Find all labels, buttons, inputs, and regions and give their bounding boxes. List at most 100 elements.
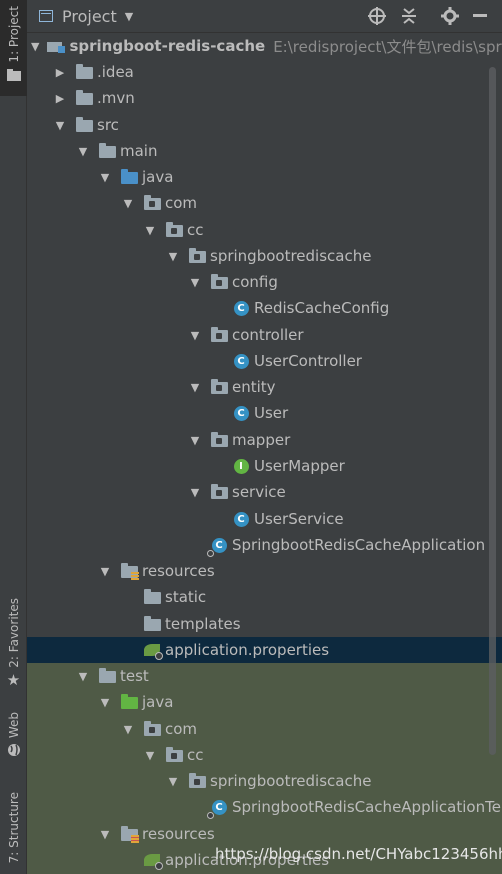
spring-properties-icon <box>143 641 163 660</box>
tree-node-label: templates <box>165 615 241 633</box>
expand-arrow-icon[interactable]: ▼ <box>98 828 112 841</box>
tree-node-label: springbootrediscache <box>210 247 372 265</box>
expand-arrow-icon[interactable]: ▼ <box>98 565 112 578</box>
tree-node-label: com <box>165 720 198 738</box>
tree-node-idea[interactable]: ▶ .idea <box>27 59 502 85</box>
expand-arrow-icon[interactable]: ▼ <box>121 197 135 210</box>
expand-arrow-icon[interactable]: ▼ <box>143 224 157 237</box>
locate-icon[interactable] <box>366 5 388 27</box>
tree-node-application-class[interactable]: C SpringbootRedisCacheApplication <box>27 532 502 558</box>
expand-arrow-icon[interactable]: ▼ <box>188 486 202 499</box>
tree-node-application-properties[interactable]: application.properties <box>27 637 502 663</box>
tree-node-entity[interactable]: ▼ entity <box>27 374 502 400</box>
package-icon <box>165 221 183 239</box>
tree-node-label: java <box>142 168 174 186</box>
tree-node-service[interactable]: ▼ service <box>27 479 502 505</box>
vertical-scrollbar[interactable] <box>489 67 496 755</box>
tree-node-user[interactable]: C User <box>27 400 502 426</box>
tree-node-userservice[interactable]: C UserService <box>27 506 502 532</box>
tree-node-label: static <box>165 588 207 606</box>
tree-node-src[interactable]: ▼ src <box>27 112 502 138</box>
tree-node-main[interactable]: ▼ main <box>27 138 502 164</box>
structure-tool-tab-label: 7: Structure <box>6 792 21 864</box>
tree-node-com[interactable]: ▼ com <box>27 190 502 216</box>
expand-arrow-icon[interactable]: ▼ <box>98 171 112 184</box>
folder-icon <box>75 89 93 107</box>
panel-title[interactable]: Project <box>62 7 117 26</box>
structure-tool-tab[interactable]: 7: Structure <box>0 792 27 863</box>
tree-node-label: controller <box>232 326 304 344</box>
expand-arrow-icon[interactable]: ▶ <box>53 92 67 105</box>
tree-node-label: entity <box>232 378 276 396</box>
tree-node-label: config <box>232 273 278 291</box>
expand-arrow-icon[interactable]: ▼ <box>76 670 90 683</box>
project-tool-tab[interactable]: 1: Project <box>0 0 27 96</box>
test-resources-folder-icon <box>120 825 139 843</box>
tree-node-mapper[interactable]: ▼ mapper <box>27 427 502 453</box>
project-panel-header: Project ▼ <box>27 0 502 33</box>
expand-arrow-icon[interactable]: ▼ <box>143 749 157 762</box>
tree-node-cc[interactable]: ▼ cc <box>27 217 502 243</box>
watermark: https://blog.csdn.net/CHYabc123456hh <box>215 845 502 863</box>
tree-node-templates[interactable]: templates <box>27 611 502 637</box>
project-tree: ▼ springboot-redis-cache E:\redisproject… <box>27 33 502 874</box>
tree-node-test-resources[interactable]: ▼ resources <box>27 821 502 847</box>
tree-node-label: src <box>97 116 119 134</box>
spring-properties-icon <box>143 851 163 870</box>
tree-node-usercontroller[interactable]: C UserController <box>27 348 502 374</box>
tree-node-label: springbootrediscache <box>210 772 372 790</box>
folder-icon <box>6 68 21 81</box>
expand-arrow-icon[interactable]: ▼ <box>121 723 135 736</box>
tree-node-label: test <box>120 667 149 685</box>
tree-node-mvn[interactable]: ▶ .mvn <box>27 85 502 111</box>
tree-node-test-com[interactable]: ▼ com <box>27 716 502 742</box>
expand-arrow-icon[interactable]: ▶ <box>53 66 67 79</box>
package-icon <box>143 720 161 738</box>
tree-node-root[interactable]: ▼ springboot-redis-cache E:\redisproject… <box>27 33 502 59</box>
package-icon <box>210 273 228 291</box>
collapse-all-icon[interactable] <box>398 5 420 27</box>
expand-arrow-icon[interactable]: ▼ <box>98 696 112 709</box>
tree-node-label: springboot-redis-cache <box>69 37 266 55</box>
expand-arrow-icon[interactable]: ▼ <box>188 381 202 394</box>
tree-node-label: UserMapper <box>254 457 345 475</box>
tree-node-java[interactable]: ▼ java <box>27 164 502 190</box>
favorites-tool-tab[interactable]: 2: Favorites ★ <box>0 598 27 689</box>
tree-node-config[interactable]: ▼ config <box>27 269 502 295</box>
expand-arrow-icon[interactable]: ▼ <box>166 250 180 263</box>
tree-node-rediscacheconfig[interactable]: C RedisCacheConfig <box>27 295 502 321</box>
expand-arrow-icon[interactable]: ▼ <box>31 40 39 53</box>
folder-icon <box>75 63 93 81</box>
tree-node-test[interactable]: ▼ test <box>27 663 502 689</box>
package-icon <box>210 378 228 396</box>
module-icon <box>47 37 66 55</box>
expand-arrow-icon[interactable]: ▼ <box>188 329 202 342</box>
hide-icon[interactable] <box>469 5 491 27</box>
tree-node-usermapper[interactable]: I UserMapper <box>27 453 502 479</box>
expand-arrow-icon[interactable]: ▼ <box>76 145 90 158</box>
expand-arrow-icon[interactable]: ▼ <box>166 775 180 788</box>
tree-node-test-springbootrediscache[interactable]: ▼ springbootrediscache <box>27 768 502 794</box>
expand-arrow-icon[interactable]: ▼ <box>53 119 67 132</box>
expand-arrow-icon[interactable]: ▼ <box>188 434 202 447</box>
web-tool-tab[interactable]: Web <box>0 712 27 757</box>
class-icon: C <box>232 299 250 317</box>
expand-arrow-icon[interactable]: ▼ <box>188 276 202 289</box>
tree-node-test-java[interactable]: ▼ java <box>27 689 502 715</box>
package-icon <box>188 772 206 790</box>
tree-node-test-cc[interactable]: ▼ cc <box>27 742 502 768</box>
class-icon: C <box>232 510 250 528</box>
tree-node-springbootrediscache[interactable]: ▼ springbootrediscache <box>27 243 502 269</box>
tree-node-label: cc <box>187 221 204 239</box>
tree-node-label: User <box>254 404 289 422</box>
tree-node-static[interactable]: static <box>27 584 502 610</box>
gear-icon[interactable] <box>439 5 461 27</box>
tree-node-label: main <box>120 142 158 160</box>
tree-node-resources[interactable]: ▼ resources <box>27 558 502 584</box>
project-view-icon <box>39 10 53 22</box>
tree-node-controller[interactable]: ▼ controller <box>27 322 502 348</box>
project-tool-tab-label: 1: Project <box>6 6 21 63</box>
tree-node-label: application.properties <box>165 641 330 659</box>
chevron-down-icon[interactable]: ▼ <box>125 10 133 23</box>
tree-node-test-class[interactable]: C SpringbootRedisCacheApplicationTe <box>27 794 502 820</box>
